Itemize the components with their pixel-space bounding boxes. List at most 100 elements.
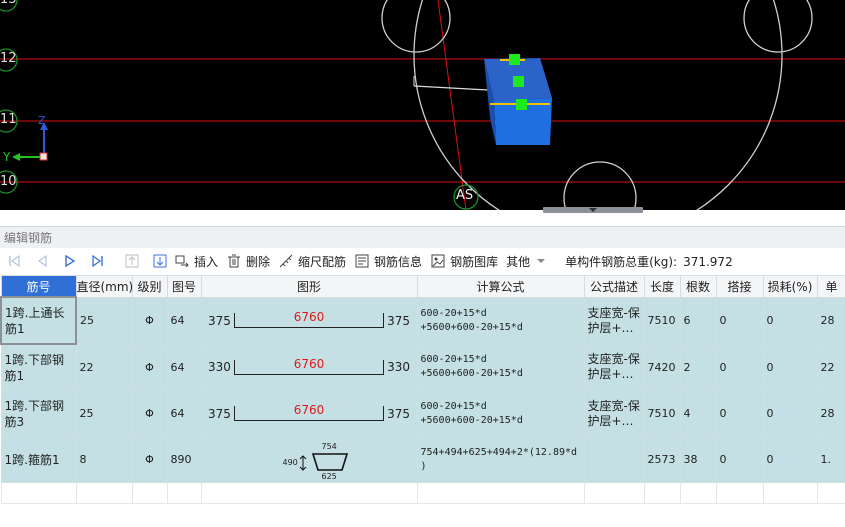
rebar-shape-diagram: 375 6760 375 [205,403,414,421]
empty-cell[interactable] [131,482,168,504]
empty-cell[interactable] [643,482,681,504]
cell-count[interactable]: 38 [679,436,717,483]
col-header-shape[interactable]: 图形 [200,275,418,298]
cell-shape[interactable]: 375 6760 375 [200,296,418,345]
col-header-lap[interactable]: 搭接 [715,275,764,298]
cell-loss[interactable]: 0 [762,296,818,345]
empty-cell[interactable] [679,482,717,504]
cell-loss[interactable]: 0 [762,436,818,483]
col-header-figure-no[interactable]: 图号 [166,275,202,298]
cell-lap[interactable]: 0 [715,343,764,391]
table-row-empty[interactable] [0,482,845,504]
cell-shape[interactable]: 754 490 625 [200,436,418,483]
cell-unit-weight[interactable]: 28 [816,296,845,345]
cell-formula[interactable]: 600-20+15*d +5600+600-20+15*d [416,343,585,391]
next-icon[interactable] [62,253,78,269]
cell-unit-weight[interactable]: 1. [816,436,845,483]
move-up-icon[interactable] [124,253,140,269]
cell-formula-desc[interactable]: 支座宽-保护层+… [583,343,645,391]
cell-lap[interactable]: 0 [715,296,764,345]
last-icon[interactable] [90,253,106,269]
table-row[interactable]: 1跨.箍筋1 8 Φ 890 754 490 625 754+494+625+4 [0,436,845,483]
col-header-length[interactable]: 长度 [643,275,681,298]
delete-button[interactable]: 删除 [226,253,270,270]
cell-count[interactable]: 4 [679,390,717,437]
cell-loss[interactable]: 0 [762,390,818,437]
dropdown-icon [533,253,549,269]
stirrup-side-length: 490 [282,457,298,467]
rebar-library-button[interactable]: 钢筋图库 [430,253,498,270]
move-down-icon[interactable] [152,253,168,269]
cell-figure-no[interactable]: 64 [166,296,202,345]
empty-cell[interactable] [166,482,202,504]
shape-left-length: 330 [208,360,231,375]
cell-formula-desc[interactable] [583,436,645,483]
cell-grade[interactable]: Φ [131,296,168,345]
col-header-formula[interactable]: 计算公式 [416,275,585,298]
cell-diameter[interactable]: 25 [75,390,133,437]
empty-cell[interactable] [0,482,77,504]
empty-cell[interactable] [715,482,764,504]
cell-figure-no[interactable]: 890 [166,436,202,483]
cell-diameter[interactable]: 25 [75,296,133,345]
table-row[interactable]: 1跨.下部钢筋1 22 Φ 64 330 6760 330 600-20+15*… [0,343,845,391]
cell-bar-no[interactable]: 1跨.下部钢筋1 [0,343,77,391]
insert-label: 插入 [194,254,219,269]
col-header-count[interactable]: 根数 [679,275,717,298]
empty-cell[interactable] [75,482,133,504]
cell-grade[interactable]: Φ [131,436,168,483]
cell-grade[interactable]: Φ [131,343,168,391]
first-icon[interactable] [6,253,22,269]
empty-cell[interactable] [816,482,845,504]
rebar-info-button[interactable]: 钢筋信息 [354,253,422,270]
cell-unit-weight[interactable]: 22 [816,343,845,391]
cell-length[interactable]: 2573 [643,436,681,483]
cell-shape[interactable]: 375 6760 375 [200,390,418,437]
cell-loss[interactable]: 0 [762,343,818,391]
cell-bar-no[interactable]: 1跨.上通长筋1 [0,296,77,345]
col-header-unit-weight[interactable]: 单 [816,275,845,298]
grip-point-3 [516,99,527,110]
panel-splitter-handle[interactable] [543,207,643,213]
cell-length[interactable]: 7510 [643,296,681,345]
empty-cell[interactable] [762,482,818,504]
col-header-loss[interactable]: 损耗(%) [762,275,818,298]
col-header-grade[interactable]: 级别 [131,275,168,298]
col-header-bar-no[interactable]: 筋号 [0,275,77,298]
cell-diameter[interactable]: 22 [75,343,133,391]
cell-formula-desc[interactable]: 支座宽-保护层+… [583,390,645,437]
cell-formula[interactable]: 600-20+15*d +5600+600-20+15*d [416,296,585,345]
table-row[interactable]: 1跨.上通长筋1 25 Φ 64 375 6760 375 600-20+15*… [0,296,845,345]
cad-viewport[interactable]: 13 12 11 10 AS Y Z [0,0,845,210]
prev-icon[interactable] [34,253,50,269]
cell-bar-no[interactable]: 1跨.下部钢筋3 [0,390,77,437]
cell-figure-no[interactable]: 64 [166,343,202,391]
scale-rebar-button[interactable]: 缩尺配筋 [278,253,346,270]
empty-cell[interactable] [416,482,585,504]
cell-lap[interactable]: 0 [715,436,764,483]
cell-formula-desc[interactable]: 支座宽-保护层+… [583,296,645,345]
cell-figure-no[interactable]: 64 [166,390,202,437]
cell-shape[interactable]: 330 6760 330 [200,343,418,391]
cell-bar-no[interactable]: 1跨.箍筋1 [0,436,77,483]
cell-unit-weight[interactable]: 28 [816,390,845,437]
rebar-library-label: 钢筋图库 [450,254,499,269]
col-header-diameter[interactable]: 直径(mm) [75,275,133,298]
cell-count[interactable]: 2 [679,343,717,391]
table-row[interactable]: 1跨.下部钢筋3 25 Φ 64 375 6760 375 600-20+15*… [0,390,845,437]
empty-cell[interactable] [200,482,418,504]
cell-length[interactable]: 7510 [643,390,681,437]
insert-button[interactable]: 插入 [174,253,218,270]
empty-cell[interactable] [583,482,645,504]
stirrup-top-length: 754 [321,441,337,451]
cell-formula[interactable]: 600-20+15*d +5600+600-20+15*d [416,390,585,437]
cell-grade[interactable]: Φ [131,390,168,437]
scale-rebar-label: 缩尺配筋 [298,254,347,269]
cell-formula[interactable]: 754+494+625+494+2*(12.89*d ) [416,436,585,483]
cell-count[interactable]: 6 [679,296,717,345]
cell-lap[interactable]: 0 [715,390,764,437]
cell-length[interactable]: 7420 [643,343,681,391]
other-menu-button[interactable]: 其他 [506,253,549,270]
cell-diameter[interactable]: 8 [75,436,133,483]
col-header-formula-desc[interactable]: 公式描述 [583,275,645,298]
